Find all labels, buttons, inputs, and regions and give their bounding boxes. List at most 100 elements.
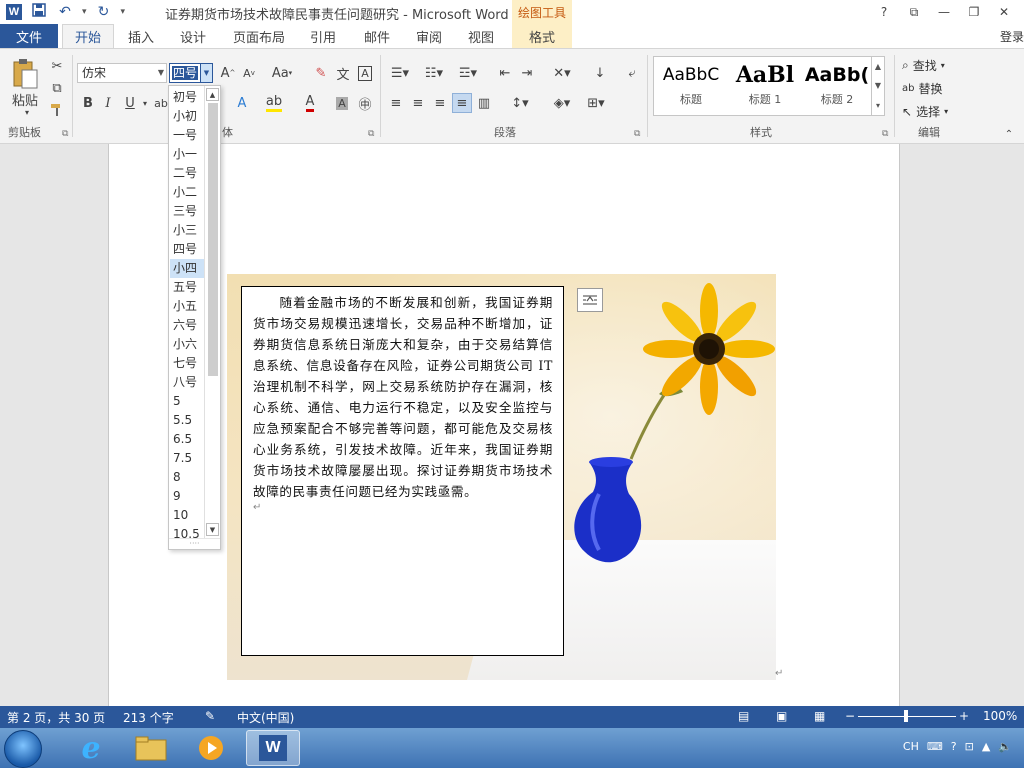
character-border-icon[interactable]: A	[356, 63, 374, 83]
undo-icon[interactable]: ↶	[56, 4, 74, 20]
decrease-indent-icon[interactable]: ⇤	[496, 63, 514, 83]
bold-button[interactable]: B	[80, 93, 96, 113]
resize-grip-icon[interactable]: ····	[169, 538, 220, 549]
underline-button[interactable]: U	[122, 93, 138, 113]
customize-qat-icon[interactable]: ▾	[121, 7, 126, 17]
character-shading-icon[interactable]: A	[334, 93, 350, 113]
tab-format[interactable]: 格式	[512, 24, 572, 48]
styles-more-icon[interactable]: ▾	[876, 101, 880, 110]
word-count[interactable]: 213 个字	[123, 709, 174, 726]
font-size-option[interactable]: 7.5	[170, 449, 204, 468]
select-button[interactable]: ↖ 选择 ▾	[902, 103, 948, 120]
font-size-option[interactable]: 10	[170, 506, 204, 525]
styles-up-icon[interactable]: ▲	[875, 62, 881, 71]
zoom-level[interactable]: 100%	[983, 709, 1017, 723]
font-size-option[interactable]: 初号	[170, 88, 204, 107]
tab-page-layout[interactable]: 页面布局	[224, 24, 294, 48]
font-size-option[interactable]: 八号	[170, 373, 204, 392]
paste-dropdown-icon[interactable]: ▾	[22, 107, 32, 117]
tab-mailings[interactable]: 邮件	[354, 24, 400, 48]
tab-home[interactable]: 开始	[62, 24, 114, 48]
ribbon-display-options-button[interactable]: ⧉	[900, 5, 928, 20]
styles-launcher-icon[interactable]: ⧉	[882, 129, 888, 139]
media-player-icon[interactable]	[184, 730, 238, 766]
language-indicator[interactable]: 中文(中国)	[237, 709, 294, 726]
underline-dropdown-icon[interactable]: ▾	[140, 93, 150, 113]
zoom-out-button[interactable]: −	[845, 709, 855, 723]
clear-formatting-icon[interactable]: ✎	[312, 63, 330, 83]
undo-dropdown-icon[interactable]: ▾	[82, 7, 87, 17]
copy-icon[interactable]: ⧉	[48, 79, 66, 97]
font-size-option[interactable]: 四号	[170, 240, 204, 259]
font-size-option[interactable]: 小六	[170, 335, 204, 354]
font-size-option[interactable]: 小三	[170, 221, 204, 240]
distributed-icon[interactable]: ▥	[474, 93, 494, 113]
enclose-characters-icon[interactable]: ㊥	[356, 93, 374, 113]
font-size-combobox[interactable]: 四号 ▼	[169, 63, 213, 83]
font-size-option[interactable]: 5	[170, 392, 204, 411]
style-heading-2[interactable]: AaBb( 标题 2	[802, 59, 872, 113]
shrink-font-button[interactable]: Av	[240, 63, 258, 83]
tab-design[interactable]: 设计	[170, 24, 216, 48]
web-layout-icon[interactable]: ▦	[814, 709, 825, 723]
collapse-ribbon-icon[interactable]: ⌃	[1002, 127, 1016, 141]
align-right-icon[interactable]: ≡	[430, 93, 450, 113]
justify-icon[interactable]: ≡	[452, 93, 472, 113]
scroll-down-icon[interactable]: ▼	[206, 523, 219, 536]
page-count[interactable]: 第 2 页，共 30 页	[7, 709, 105, 726]
phonetic-guide-icon[interactable]: 文	[334, 63, 352, 83]
zoom-slider-thumb[interactable]	[904, 710, 908, 722]
font-size-option[interactable]: 小一	[170, 145, 204, 164]
proofing-icon[interactable]: ✎	[205, 709, 215, 723]
help-button[interactable]: ?	[870, 5, 898, 19]
font-launcher-icon[interactable]: ⧉	[368, 129, 374, 139]
text-effects-icon[interactable]: A	[232, 93, 252, 113]
sort-icon[interactable]: ↓	[590, 63, 610, 83]
multilevel-list-icon[interactable]: ☲▾	[454, 63, 482, 83]
find-dropdown-icon[interactable]: ▾	[941, 61, 945, 70]
font-size-option[interactable]: 6.5	[170, 430, 204, 449]
dropdown-scrollbar[interactable]: ▲ ▼	[204, 86, 220, 538]
grow-font-button[interactable]: A ^	[219, 63, 237, 83]
numbering-icon[interactable]: ☷▾	[420, 63, 448, 83]
input-language[interactable]: CH	[903, 740, 919, 753]
change-case-button[interactable]: Aa ▾	[268, 63, 296, 83]
font-size-option[interactable]: 9	[170, 487, 204, 506]
paste-button[interactable]: 粘贴	[8, 91, 42, 109]
font-size-option[interactable]: 小五	[170, 297, 204, 316]
layout-options-icon[interactable]	[577, 288, 603, 312]
font-size-option[interactable]: 小二	[170, 183, 204, 202]
keyboard-icon[interactable]: ⌨	[927, 740, 943, 753]
font-name-dropdown-icon[interactable]: ▼	[158, 64, 164, 82]
styles-gallery-scroll[interactable]: ▲ ▼ ▾	[871, 57, 884, 115]
highlight-color-icon[interactable]: ab	[264, 93, 284, 113]
find-button[interactable]: ⌕ 查找 ▾	[902, 57, 945, 74]
show-hidden-icons-icon[interactable]: ▲	[982, 740, 990, 753]
font-size-option[interactable]: 小四	[170, 259, 204, 278]
font-size-option[interactable]: 五号	[170, 278, 204, 297]
minimize-button[interactable]: —	[930, 5, 958, 19]
scroll-up-icon[interactable]: ▲	[206, 88, 219, 101]
style-title[interactable]: AaBbC 标题	[656, 59, 726, 113]
tab-references[interactable]: 引用	[300, 24, 346, 48]
align-left-icon[interactable]: ≡	[386, 93, 406, 113]
internet-explorer-icon[interactable]: e	[64, 730, 118, 766]
strikethrough-icon[interactable]: ab	[154, 93, 168, 113]
font-size-dropdown-icon[interactable]: ▼	[200, 64, 212, 82]
shading-icon[interactable]: ◈▾	[548, 93, 576, 113]
redo-icon[interactable]: ↻	[95, 4, 113, 20]
print-layout-icon[interactable]: ▣	[776, 709, 787, 723]
maximize-button[interactable]: ❐	[960, 5, 988, 19]
font-size-option[interactable]: 8	[170, 468, 204, 487]
zoom-in-button[interactable]: +	[959, 709, 969, 723]
tab-view[interactable]: 视图	[458, 24, 504, 48]
line-spacing-icon[interactable]: ↕▾	[506, 93, 534, 113]
format-painter-icon[interactable]	[48, 101, 66, 119]
font-size-dropdown-list[interactable]: 初号 小初 一号 小一 二号 小二 三号 小三 四号 小四 五号 小五 六号 小六 七号 八号 5 5.5 6.5 7…	[168, 85, 221, 550]
font-size-option[interactable]: 七号	[170, 354, 204, 373]
style-heading-1[interactable]: AaBl 标题 1	[730, 59, 800, 113]
cut-icon[interactable]: ✂	[48, 57, 66, 75]
word-icon[interactable]: W	[246, 730, 300, 766]
tab-insert[interactable]: 插入	[118, 24, 164, 48]
font-size-option[interactable]: 三号	[170, 202, 204, 221]
